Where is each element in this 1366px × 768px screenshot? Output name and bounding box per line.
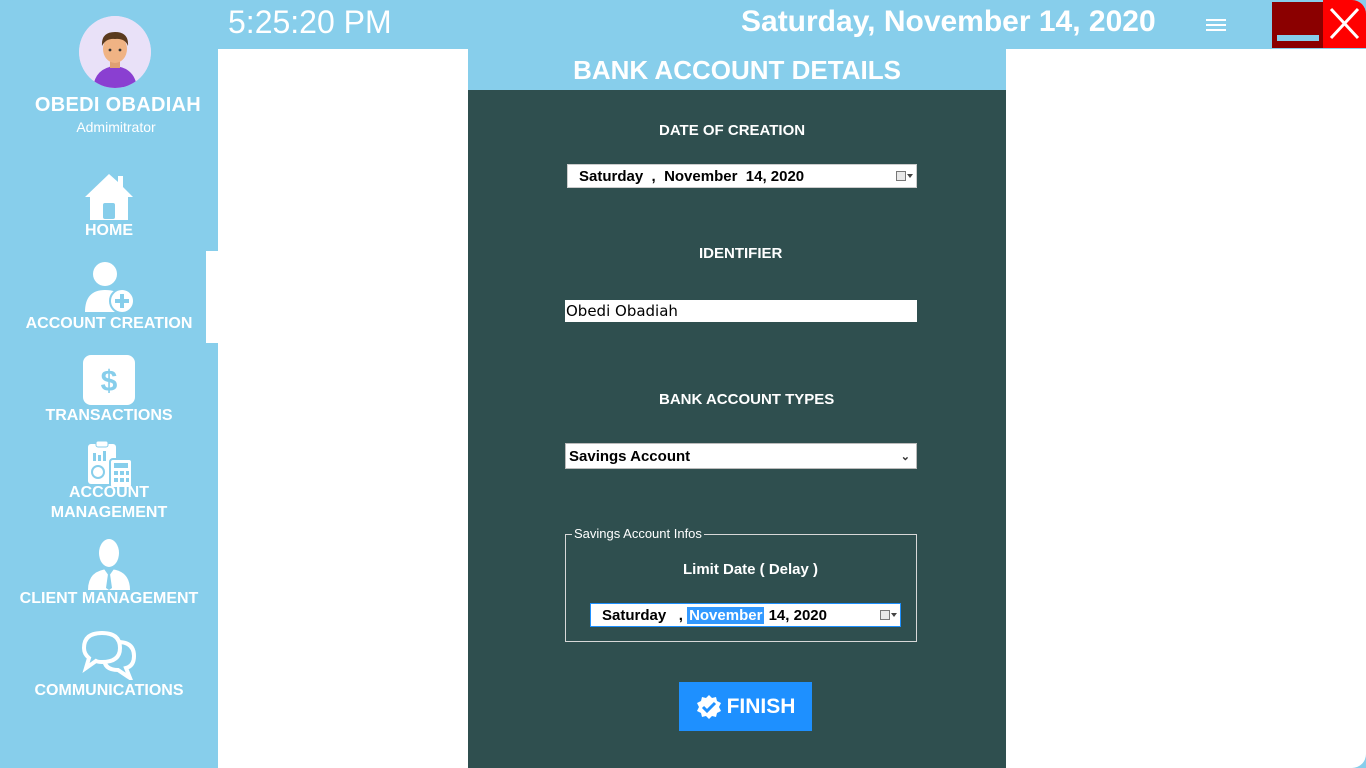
date-month: November [664, 168, 738, 185]
limit-month-selected: November [687, 607, 765, 624]
group-legend: Savings Account Infos [572, 526, 704, 541]
date-sep: , [651, 168, 656, 185]
active-nav-indicator [206, 251, 218, 343]
limit-sep: , [678, 607, 683, 624]
nav-label-client-management: CLIENT MANAGEMENT [19, 590, 199, 607]
svg-text:$: $ [101, 365, 118, 398]
dropdown-arrow-icon [891, 613, 897, 617]
finish-button[interactable]: FINISH [679, 682, 812, 731]
nav-item-account-management[interactable]: ACCOUNT MANAGEMENT [0, 440, 218, 524]
chat-bubbles-icon [0, 630, 218, 680]
add-user-icon [0, 260, 218, 314]
limit-rest: 14, 2020 [768, 607, 827, 624]
nav-item-communications[interactable]: COMMUNICATIONS [0, 628, 218, 704]
identifier-input[interactable] [565, 300, 917, 322]
avatar [79, 16, 151, 88]
nav-label-transactions: TRANSACTIONS [45, 407, 173, 424]
main-content: BANK ACCOUNT DETAILS DATE OF CREATION Sa… [218, 49, 1366, 768]
calculator-icon [0, 441, 218, 489]
dollar-icon: $ [0, 354, 218, 406]
date-of-creation-picker[interactable]: Saturday , November 14, 2020 [567, 164, 917, 188]
app-window: OBEDI OBADIAH Admimitrator HOME ACCOUNT … [0, 0, 1366, 768]
nav-item-client-management[interactable]: CLIENT MANAGEMENT [0, 536, 218, 612]
identifier-label: IDENTIFIER [699, 245, 783, 262]
date-day: Saturday [579, 168, 644, 185]
close-button[interactable] [1323, 0, 1366, 48]
calendar-icon[interactable] [880, 610, 890, 620]
nav-item-home[interactable]: HOME [0, 170, 218, 242]
date-of-creation-text: Saturday , November 14, 2020 [579, 168, 804, 185]
dropdown-arrow-icon [907, 174, 913, 178]
sidebar: OBEDI OBADIAH Admimitrator HOME ACCOUNT … [0, 0, 218, 768]
hamburger-menu-icon[interactable] [1204, 16, 1228, 36]
home-icon [0, 172, 218, 222]
account-type-selected: Savings Account [569, 448, 691, 465]
calendar-icon[interactable] [896, 171, 906, 181]
minimize-icon [1277, 35, 1319, 41]
savings-account-infos-group: Savings Account Infos Limit Date ( Delay… [565, 526, 917, 642]
chevron-down-icon: ⌄ [900, 451, 910, 463]
nav-label-account-management-1: ACCOUNT [69, 484, 149, 501]
business-person-icon [0, 538, 218, 590]
nav-label-home: HOME [85, 222, 133, 239]
limit-date-text: Saturday , November 14, 2020 [602, 607, 827, 624]
nav-item-transactions[interactable]: $ TRANSACTIONS [0, 352, 218, 426]
user-role: Admimitrator [76, 119, 156, 135]
nav-label-account-management-2: MANAGEMENT [50, 504, 168, 521]
date-of-creation-label: DATE OF CREATION [659, 122, 806, 139]
clock: 5:25:20 PM [228, 4, 392, 40]
limit-date-label: Limit Date ( Delay ) [683, 561, 819, 578]
nav-item-account-creation[interactable]: ACCOUNT CREATION [0, 258, 218, 340]
minimize-button[interactable] [1272, 2, 1324, 48]
limit-day: Saturday [602, 607, 667, 624]
bank-account-form: DATE OF CREATION Saturday , November 14,… [468, 90, 1006, 768]
account-type-select[interactable]: Savings Account ⌄ [565, 443, 917, 469]
current-date: Saturday, November 14, 2020 [741, 5, 1156, 38]
nav-label-account-creation: ACCOUNT CREATION [25, 315, 193, 332]
verified-check-icon [696, 694, 721, 719]
limit-date-picker[interactable]: Saturday , November 14, 2020 [590, 603, 901, 627]
finish-label: FINISH [726, 694, 796, 718]
panel-title: BANK ACCOUNT DETAILS [468, 49, 1006, 90]
nav-label-communications: COMMUNICATIONS [34, 682, 184, 699]
bank-account-types-label: BANK ACCOUNT TYPES [659, 391, 835, 408]
user-name: OBEDI OBADIAH [34, 94, 202, 116]
date-rest: 14, 2020 [745, 168, 805, 185]
close-icon [1329, 7, 1360, 40]
